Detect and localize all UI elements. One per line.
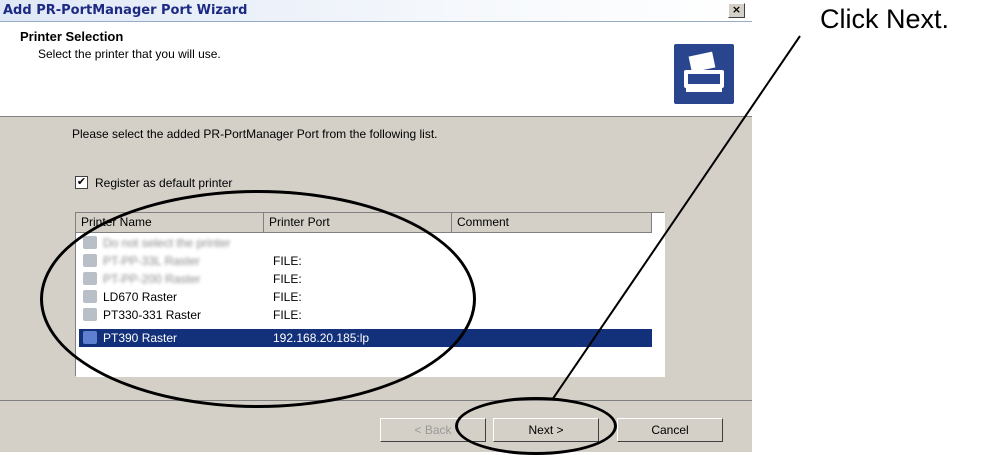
page-title: Printer Selection bbox=[20, 29, 124, 44]
printer-wizard-icon bbox=[674, 44, 734, 104]
title-bar: Add PR-PortManager Port Wizard × bbox=[0, 0, 752, 22]
column-comment[interactable]: Comment bbox=[452, 213, 652, 232]
default-printer-checkbox[interactable]: ✔ bbox=[75, 176, 88, 189]
list-highlight-ellipse bbox=[40, 190, 476, 408]
close-button[interactable]: × bbox=[728, 3, 745, 18]
button-separator bbox=[0, 400, 752, 401]
callout-text: Click Next. bbox=[820, 4, 950, 34]
window-title: Add PR-PortManager Port Wizard bbox=[3, 3, 248, 18]
instruction-text: Please select the added PR-PortManager P… bbox=[72, 127, 438, 141]
page-subtitle: Select the printer that you will use. bbox=[38, 47, 221, 61]
default-printer-label[interactable]: Register as default printer bbox=[95, 176, 232, 190]
next-highlight-ellipse bbox=[455, 397, 617, 455]
cancel-button[interactable]: Cancel bbox=[617, 418, 723, 442]
